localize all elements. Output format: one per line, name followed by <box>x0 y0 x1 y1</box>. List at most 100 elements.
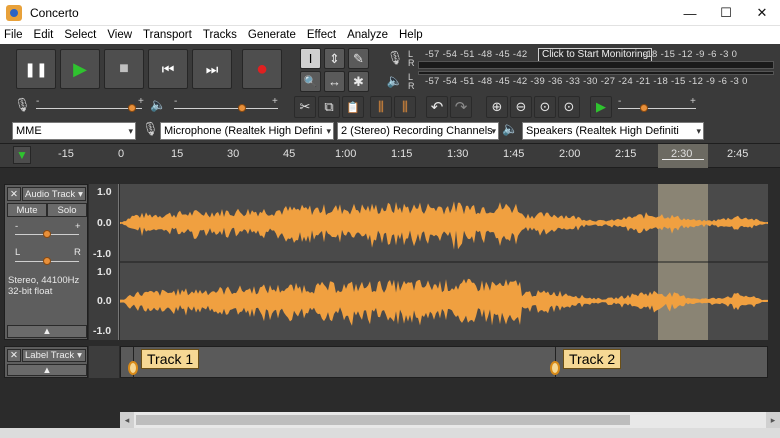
playback-meter-scale: -57 -54 -51 -48 -45 -42 -39 -36 -33 -30 … <box>425 76 748 87</box>
audio-track-vertical-ruler[interactable]: 1.0 0.0 -1.0 1.0 0.0 -1.0 <box>89 184 119 340</box>
solo-button[interactable]: Solo <box>47 203 87 217</box>
waveform[interactable] <box>120 184 768 340</box>
audio-host-value: MME <box>16 125 42 137</box>
stop-button[interactable]: ■ <box>104 49 144 89</box>
menu-edit[interactable]: Edit <box>34 29 54 41</box>
output-device-value: Speakers (Realtek High Definiti <box>526 125 679 137</box>
scale-bottom-ch2: -1.0 <box>93 325 112 337</box>
menu-file[interactable]: File <box>4 29 23 41</box>
time-shift-tool-button[interactable]: ↔ <box>324 71 345 92</box>
play-at-speed-button[interactable]: ▶ <box>590 96 612 118</box>
label-track-area[interactable]: Track 1 Track 2 <box>120 346 768 379</box>
recording-channels-value: 2 (Stereo) Recording Channels <box>341 125 493 137</box>
multi-tool-button[interactable]: ✱ <box>348 71 369 92</box>
scroll-left-icon[interactable]: ◂ <box>120 412 134 428</box>
draw-tool-button[interactable]: ✎ <box>348 48 369 69</box>
playback-meter-bar[interactable] <box>418 71 774 75</box>
playback-volume-slider[interactable] <box>238 104 246 112</box>
copy-button[interactable]: ⧉ <box>318 96 340 118</box>
scroll-right-icon[interactable]: ▸ <box>766 412 780 428</box>
skip-end-icon: ⏭ <box>205 60 219 77</box>
paste-button[interactable]: 📋 <box>342 96 364 118</box>
menu-transport[interactable]: Transport <box>143 29 192 41</box>
audio-track-waveform-area[interactable] <box>120 184 768 340</box>
scale-top-ch2: 1.0 <box>97 266 112 278</box>
fit-project-icon: ⊙ <box>563 99 575 114</box>
play-icon: ▶ <box>73 58 87 79</box>
pan-slider[interactable] <box>43 257 51 265</box>
silence-audio-icon: ⫼ <box>402 99 408 114</box>
scale-top-ch1: 1.0 <box>97 186 112 198</box>
recording-volume-mic-icon: 🎙 <box>14 97 31 112</box>
zoom-tool-button[interactable]: 🔍 <box>300 71 321 92</box>
label-track-collapse-button[interactable]: ▲ <box>7 364 87 376</box>
gain-slider[interactable] <box>43 230 51 238</box>
label-1-pin-icon[interactable] <box>128 361 138 375</box>
zoom-out-button[interactable]: ⊖ <box>510 96 532 118</box>
redo-button[interactable]: ↷ <box>450 96 472 118</box>
timeline-tick: 30 <box>227 148 240 160</box>
start-monitoring-button[interactable]: Click to Start Monitoring <box>538 48 653 62</box>
selection-tool-button[interactable]: I <box>300 48 321 69</box>
timeline-ruler[interactable]: ▼ -15 0 15 30 45 1:00 1:15 1:30 1:45 2:0… <box>0 144 780 168</box>
zoom-in-button[interactable]: ⊕ <box>486 96 508 118</box>
copy-icon: ⧉ <box>324 99 334 114</box>
menu-analyze[interactable]: Analyze <box>347 29 388 41</box>
menu-tracks[interactable]: Tracks <box>203 29 237 41</box>
trim-audio-button[interactable]: ⫼ <box>370 96 392 118</box>
horizontal-scrollbar[interactable]: ◂ ▸ <box>120 412 780 428</box>
play-speed-slider[interactable] <box>640 104 648 112</box>
skip-to-end-button[interactable]: ⏭ <box>192 49 232 89</box>
label-1[interactable]: Track 1 <box>141 349 200 369</box>
pause-icon: ❚❚ <box>24 60 48 77</box>
fit-selection-button[interactable]: ⊙ <box>534 96 556 118</box>
record-button[interactable]: ● <box>242 49 282 89</box>
recording-volume-slider[interactable] <box>128 104 136 112</box>
audio-track-menu-button[interactable]: Audio Track ▾ <box>22 187 86 201</box>
fit-project-button[interactable]: ⊙ <box>558 96 580 118</box>
menu-effect[interactable]: Effect <box>307 29 336 41</box>
menu-help[interactable]: Help <box>399 29 423 41</box>
tracks-vertical-scrollbar[interactable] <box>768 184 780 340</box>
timeline-tick: -15 <box>58 148 74 160</box>
title-bar: Concerto — ☐ ✕ <box>0 0 780 26</box>
audio-track-close-button[interactable]: ✕ <box>7 187 21 201</box>
empty-track-area[interactable] <box>0 380 780 412</box>
audio-track-chevron-down-icon: ▾ <box>78 188 83 200</box>
audio-track-collapse-button[interactable]: ▲ <box>7 325 87 338</box>
maximize-button[interactable]: ☐ <box>708 0 744 26</box>
audio-host-select[interactable]: MME ▾ <box>12 122 136 140</box>
skip-to-start-button[interactable]: ⏮ <box>148 49 188 89</box>
pause-button[interactable]: ❚❚ <box>16 49 56 89</box>
label-track-menu-button[interactable]: Label Track ▾ <box>22 349 86 362</box>
menu-select[interactable]: Select <box>64 29 96 41</box>
minimize-button[interactable]: — <box>672 0 708 26</box>
recording-volume-plus: + <box>138 96 144 107</box>
undo-button[interactable]: ↶ <box>426 96 448 118</box>
output-device-select[interactable]: Speakers (Realtek High Definiti ▾ <box>522 122 704 140</box>
label-2-pin-icon[interactable] <box>550 361 560 375</box>
record-meter-mic-icon[interactable]: 🎙 <box>384 47 406 69</box>
output-device-speaker-icon: 🔈 <box>502 121 519 136</box>
play-button[interactable]: ▶ <box>60 49 100 89</box>
mute-button[interactable]: Mute <box>7 203 47 217</box>
recording-channels-select[interactable]: 2 (Stereo) Recording Channels ▾ <box>337 122 499 140</box>
record-meter-bar[interactable] <box>418 61 774 69</box>
horizontal-scroll-thumb[interactable] <box>136 415 630 425</box>
pan-right-label: R <box>74 247 81 258</box>
timeline-tick: 1:00 <box>335 148 357 160</box>
label-track-close-button[interactable]: ✕ <box>7 349 21 362</box>
audio-track-sample-rate: Stereo, 44100Hz <box>8 275 80 286</box>
timeline-options-button[interactable]: ▼ <box>13 146 31 164</box>
silence-audio-button[interactable]: ⫼ <box>394 96 416 118</box>
label-2[interactable]: Track 2 <box>563 349 622 369</box>
cut-button[interactable]: ✂ <box>294 96 316 118</box>
input-device-value: Microphone (Realtek High Defini <box>164 125 323 137</box>
audio-track-sample-format: 32-bit float <box>8 286 53 297</box>
playback-meter-speaker-icon[interactable]: 🔈 <box>384 70 406 92</box>
menu-view[interactable]: View <box>107 29 132 41</box>
envelope-tool-button[interactable]: ⇕ <box>324 48 345 69</box>
close-button[interactable]: ✕ <box>744 0 780 26</box>
input-device-select[interactable]: Microphone (Realtek High Defini ▾ <box>160 122 334 140</box>
menu-generate[interactable]: Generate <box>248 29 296 41</box>
